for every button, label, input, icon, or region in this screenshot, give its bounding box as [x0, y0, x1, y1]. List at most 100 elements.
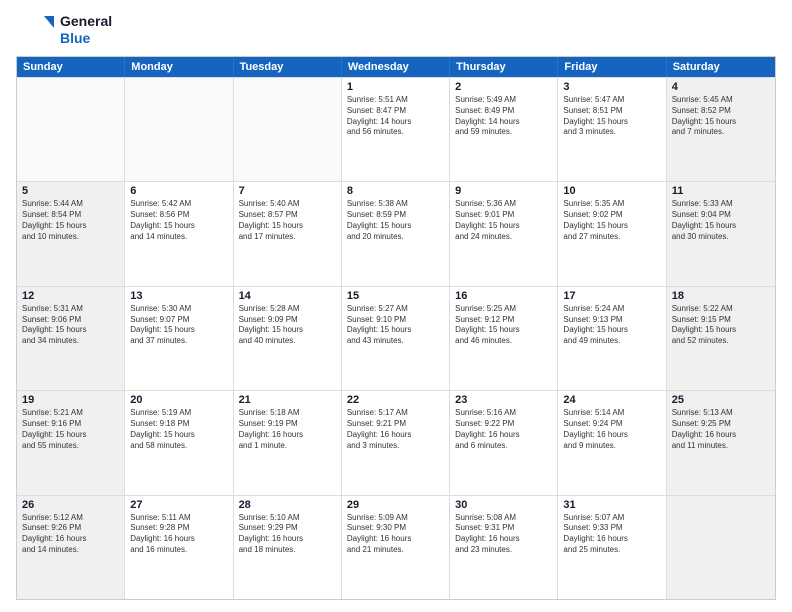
day-number: 11	[672, 185, 770, 197]
day-number: 19	[22, 394, 119, 406]
calendar-row-0: 1Sunrise: 5:51 AMSunset: 8:47 PMDaylight…	[17, 77, 775, 181]
cell-text-line: and 14 minutes.	[130, 232, 227, 243]
day-number: 14	[239, 290, 336, 302]
cell-text-line: Sunrise: 5:40 AM	[239, 199, 336, 210]
day-number: 25	[672, 394, 770, 406]
cell-text-line: Sunrise: 5:28 AM	[239, 304, 336, 315]
cell-text-line: Sunrise: 5:35 AM	[563, 199, 660, 210]
day-number: 7	[239, 185, 336, 197]
calendar-cell-3-6: 25Sunrise: 5:13 AMSunset: 9:25 PMDayligh…	[667, 391, 775, 494]
calendar-cell-1-1: 6Sunrise: 5:42 AMSunset: 8:56 PMDaylight…	[125, 182, 233, 285]
cell-text-line: and 46 minutes.	[455, 336, 552, 347]
cell-text-line: Daylight: 15 hours	[347, 221, 444, 232]
cell-text-line: Sunset: 8:54 PM	[22, 210, 119, 221]
cell-text-line: Daylight: 15 hours	[22, 325, 119, 336]
cell-text-line: Sunrise: 5:49 AM	[455, 95, 552, 106]
cell-text-line: and 52 minutes.	[672, 336, 770, 347]
cell-text-line: Sunset: 9:02 PM	[563, 210, 660, 221]
cell-text-line: Sunset: 9:01 PM	[455, 210, 552, 221]
header: GeneralBlue	[16, 12, 776, 48]
day-number: 4	[672, 81, 770, 93]
cell-text-line: Daylight: 15 hours	[563, 325, 660, 336]
cell-text-line: Sunset: 9:15 PM	[672, 315, 770, 326]
cell-text-line: Sunrise: 5:17 AM	[347, 408, 444, 419]
cell-text-line: Sunset: 9:07 PM	[130, 315, 227, 326]
calendar-cell-1-5: 10 Sunrise: 5:35 AMSunset: 9:02 PMDayligh…	[558, 182, 666, 285]
day-number: 6	[130, 185, 227, 197]
cell-text-line: Sunset: 9:16 PM	[22, 419, 119, 430]
logo-blue: Blue	[60, 30, 112, 47]
calendar-row-4: 26Sunrise: 5:12 AMSunset: 9:26 PMDayligh…	[17, 495, 775, 599]
cell-text-line: Sunset: 8:51 PM	[563, 106, 660, 117]
cell-text-line: and 20 minutes.	[347, 232, 444, 243]
calendar-cell-3-4: 23Sunrise: 5:16 AMSunset: 9:22 PMDayligh…	[450, 391, 558, 494]
cell-text-line: Daylight: 15 hours	[239, 325, 336, 336]
day-number: 2	[455, 81, 552, 93]
cell-text-line: Sunrise: 5:45 AM	[672, 95, 770, 106]
cell-text-line: Daylight: 15 hours	[563, 221, 660, 232]
cell-text-line: Daylight: 16 hours	[563, 534, 660, 545]
cell-text-line: Sunrise: 5:27 AM	[347, 304, 444, 315]
calendar-cell-2-1: 13Sunrise: 5:30 AMSunset: 9:07 PMDayligh…	[125, 287, 233, 390]
day-number: 17	[563, 290, 660, 302]
cell-text-line: Sunrise: 5:47 AM	[563, 95, 660, 106]
day-number: 31	[563, 499, 660, 511]
calendar-cell-2-3: 15Sunrise: 5:27 AMSunset: 9:10 PMDayligh…	[342, 287, 450, 390]
cell-text-line: Daylight: 15 hours	[672, 221, 770, 232]
cell-text-line: Sunrise: 5:42 AM	[130, 199, 227, 210]
cell-text-line: Sunset: 9:21 PM	[347, 419, 444, 430]
cell-text-line: Daylight: 14 hours	[347, 117, 444, 128]
cell-text-line: Sunset: 9:25 PM	[672, 419, 770, 430]
day-number: 30	[455, 499, 552, 511]
cell-text-line: Sunset: 9:13 PM	[563, 315, 660, 326]
cell-text-line: Daylight: 16 hours	[239, 430, 336, 441]
cell-text-line: Sunset: 9:10 PM	[347, 315, 444, 326]
cell-text-line: Sunrise: 5:07 AM	[563, 513, 660, 524]
cell-text-line: and 55 minutes.	[22, 441, 119, 452]
page: GeneralBlue SundayMondayTuesdayWednesday…	[0, 0, 792, 612]
cell-text-line: Sunset: 8:59 PM	[347, 210, 444, 221]
day-number: 22	[347, 394, 444, 406]
header-day-monday: Monday	[125, 57, 233, 77]
calendar-cell-1-4: 9Sunrise: 5:36 AMSunset: 9:01 PMDaylight…	[450, 182, 558, 285]
cell-text-line: Sunset: 9:19 PM	[239, 419, 336, 430]
calendar-cell-4-4: 30 Sunrise: 5:08 AMSunset: 9:31 PMDayligh…	[450, 496, 558, 599]
cell-text-line: Sunset: 9:24 PM	[563, 419, 660, 430]
calendar-cell-3-3: 22Sunrise: 5:17 AMSunset: 9:21 PMDayligh…	[342, 391, 450, 494]
calendar-cell-0-6: 4Sunrise: 5:45 AMSunset: 8:52 PMDaylight…	[667, 78, 775, 181]
calendar-row-1: 5Sunrise: 5:44 AMSunset: 8:54 PMDaylight…	[17, 181, 775, 285]
cell-text-line: and 25 minutes.	[563, 545, 660, 556]
cell-text-line: Sunrise: 5:22 AM	[672, 304, 770, 315]
calendar-body: 1Sunrise: 5:51 AMSunset: 8:47 PMDaylight…	[17, 77, 775, 599]
header-day-friday: Friday	[558, 57, 666, 77]
cell-text-line: Sunrise: 5:19 AM	[130, 408, 227, 419]
cell-text-line: Sunrise: 5:33 AM	[672, 199, 770, 210]
cell-text-line: Daylight: 16 hours	[455, 430, 552, 441]
cell-text-line: Daylight: 16 hours	[455, 534, 552, 545]
day-number: 1	[347, 81, 444, 93]
day-number: 29	[347, 499, 444, 511]
day-number: 12	[22, 290, 119, 302]
cell-text-line: Sunrise: 5:25 AM	[455, 304, 552, 315]
calendar-cell-3-0: 19Sunrise: 5:21 AMSunset: 9:16 PMDayligh…	[17, 391, 125, 494]
cell-text-line: Sunset: 9:04 PM	[672, 210, 770, 221]
cell-text-line: and 14 minutes.	[22, 545, 119, 556]
cell-text-line: and 37 minutes.	[130, 336, 227, 347]
cell-text-line: Sunset: 9:26 PM	[22, 523, 119, 534]
cell-text-line: Sunrise: 5:38 AM	[347, 199, 444, 210]
day-number: 18	[672, 290, 770, 302]
cell-text-line: and 3 minutes.	[563, 127, 660, 138]
cell-text-line: Sunset: 9:31 PM	[455, 523, 552, 534]
cell-text-line: Daylight: 15 hours	[130, 221, 227, 232]
day-number: 27	[130, 499, 227, 511]
day-number: 10	[563, 185, 660, 197]
calendar-cell-2-0: 12Sunrise: 5:31 AMSunset: 9:06 PMDayligh…	[17, 287, 125, 390]
cell-text-line: and 7 minutes.	[672, 127, 770, 138]
header-day-wednesday: Wednesday	[342, 57, 450, 77]
cell-text-line: and 34 minutes.	[22, 336, 119, 347]
cell-text-line: Sunrise: 5:08 AM	[455, 513, 552, 524]
cell-text-line: Daylight: 15 hours	[672, 325, 770, 336]
cell-text-line: and 49 minutes.	[563, 336, 660, 347]
calendar: SundayMondayTuesdayWednesdayThursdayFrid…	[16, 56, 776, 600]
cell-text-line: Daylight: 16 hours	[22, 534, 119, 545]
